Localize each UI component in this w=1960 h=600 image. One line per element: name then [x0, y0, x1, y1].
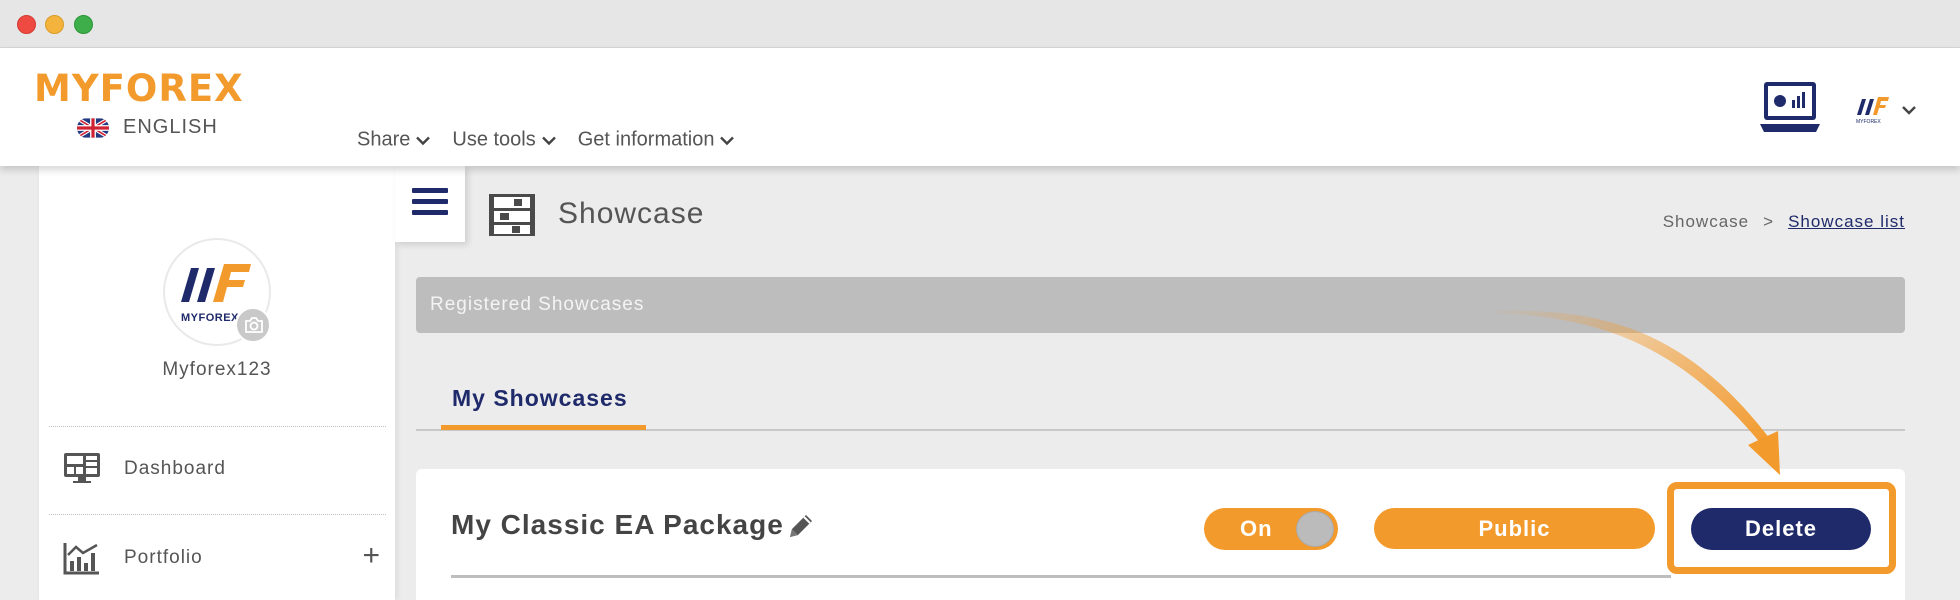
showcase-icon [489, 194, 535, 236]
minimize-window-button[interactable] [45, 15, 64, 34]
toggle-label: On [1240, 516, 1273, 541]
top-header: MYFOREX ENGLISH Share Use tools Get info… [0, 48, 1960, 166]
toggle-knob[interactable] [1296, 511, 1334, 547]
dashboard-icon [64, 453, 100, 483]
user-logo-text: MYFOREX [1856, 119, 1881, 125]
user-account-logo[interactable]: MYFOREX [1853, 93, 1891, 125]
nav-use-tools[interactable]: Use tools [452, 128, 556, 152]
portfolio-icon [63, 543, 99, 575]
breadcrumb-showcase-list-link[interactable]: Showcase list [1788, 212, 1905, 232]
camera-glyph [245, 317, 263, 333]
close-window-button[interactable] [17, 15, 36, 34]
breadcrumb: Showcase > Showcase list [1663, 212, 1905, 232]
nav-get-information[interactable]: Get information [578, 129, 735, 152]
myforex-avatar-logo [181, 264, 251, 302]
showcase-on-toggle[interactable]: On [1204, 508, 1338, 550]
sidebar-item-label: Portfolio [124, 547, 203, 568]
window-titlebar [0, 0, 1960, 48]
avatar-logo-text: MYFOREX [181, 312, 239, 324]
pointer-arrow-annotation [1495, 310, 1780, 475]
myforex-logo[interactable]: MYFOREX [34, 70, 244, 107]
delete-button[interactable]: Delete [1691, 508, 1871, 550]
chevron-down-icon [416, 136, 431, 145]
sidebar-divider [49, 514, 386, 515]
breadcrumb-showcase: Showcase [1662, 212, 1750, 231]
tab-label: My Showcases [452, 385, 628, 411]
sidebar-item-portfolio[interactable]: Portfolio + [49, 533, 386, 583]
section-bar-label: Registered Showcases [430, 294, 645, 315]
camera-icon[interactable] [235, 307, 271, 343]
hamburger-icon [412, 188, 448, 193]
username: Myforex123 [162, 359, 272, 380]
hamburger-menu-button[interactable] [395, 166, 465, 242]
pencil-icon[interactable] [786, 511, 816, 541]
expand-portfolio-button[interactable]: + [362, 541, 380, 571]
public-button[interactable]: Public [1374, 508, 1655, 549]
sidebar-item-dashboard[interactable]: Dashboard [49, 444, 386, 494]
showcase-title: My Classic EA Package [451, 509, 784, 540]
chevron-down-icon [541, 136, 556, 145]
nav-share[interactable]: Share [357, 128, 431, 152]
uk-flag-icon [77, 117, 109, 138]
card-divider [451, 575, 1671, 578]
breadcrumb-separator: > [1763, 212, 1775, 231]
language-selector[interactable]: ENGLISH [77, 116, 218, 139]
nav-get-information-label: Get information [577, 128, 715, 151]
monitor-chart-icon[interactable] [1758, 80, 1822, 134]
chevron-down-icon[interactable] [1901, 104, 1917, 116]
page-title: Showcase [558, 197, 705, 230]
hamburger-icon-line [412, 199, 448, 204]
sidebar-item-label: Dashboard [124, 458, 226, 479]
nav-share-label: Share [357, 128, 411, 151]
main-nav: Share Use tools Get information [357, 128, 735, 152]
chevron-down-icon [720, 136, 735, 145]
language-label: ENGLISH [123, 116, 218, 138]
tab-my-showcases[interactable]: My Showcases [441, 382, 646, 430]
maximize-window-button[interactable] [74, 15, 93, 34]
nav-use-tools-label: Use tools [452, 128, 536, 151]
sidebar-divider [49, 426, 386, 427]
hamburger-icon-line [412, 210, 448, 215]
